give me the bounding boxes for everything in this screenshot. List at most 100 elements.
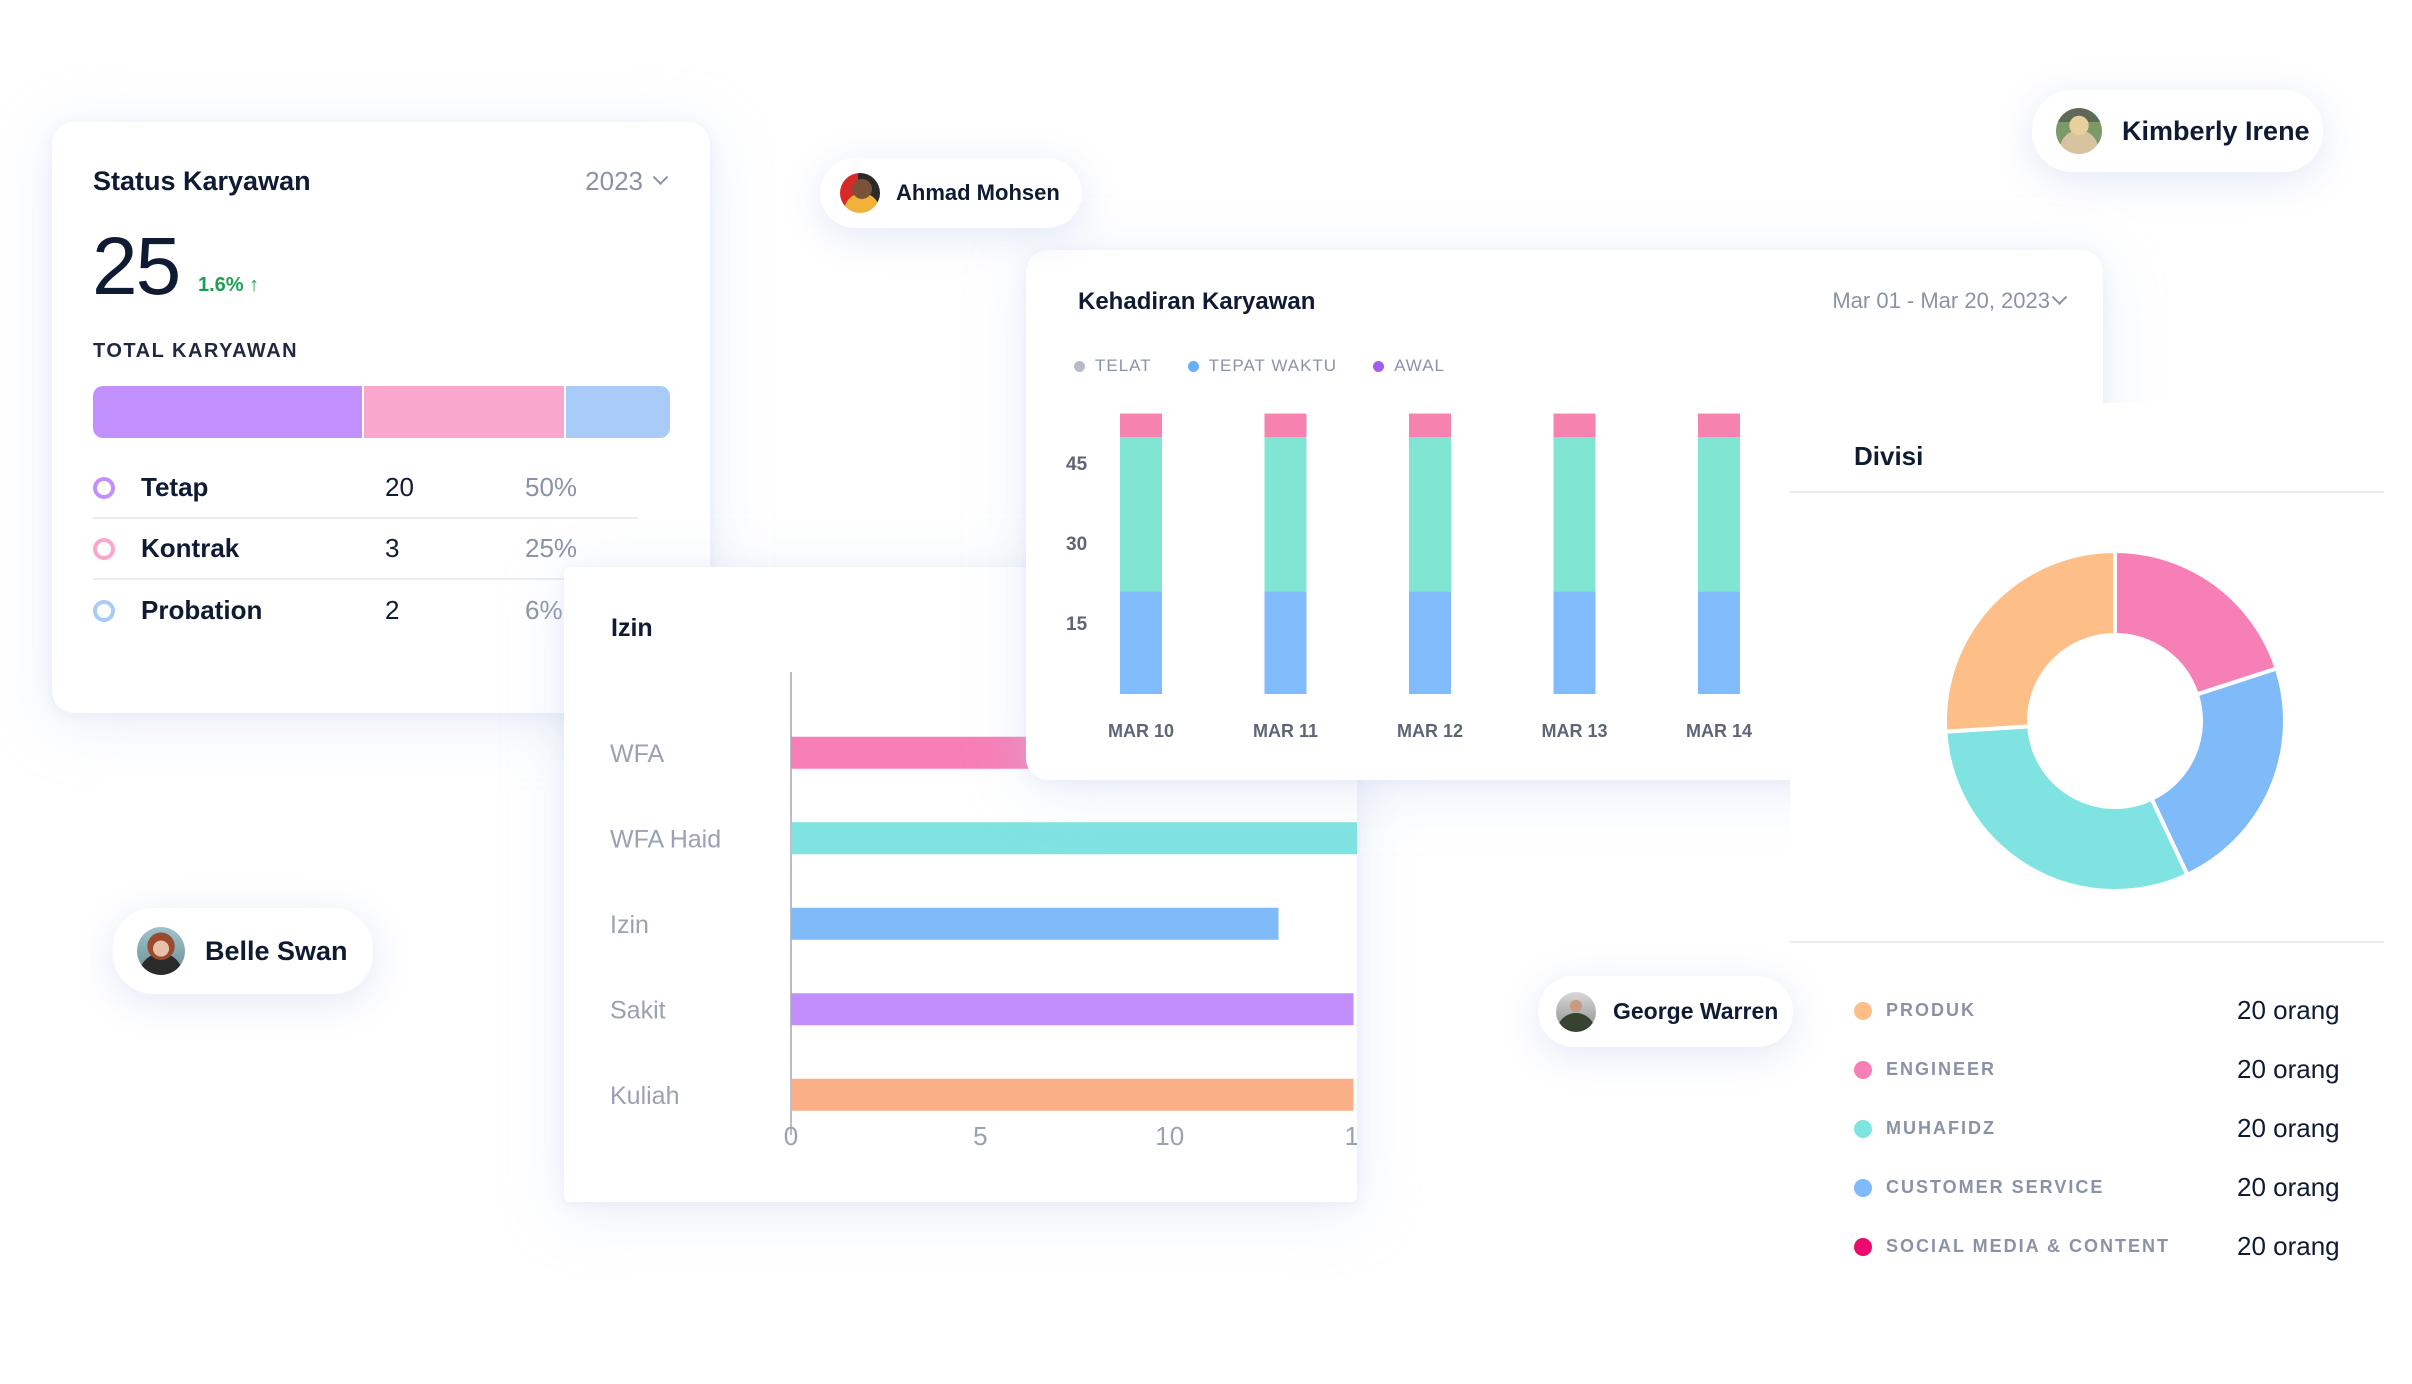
chevron-down-icon (652, 169, 669, 186)
year-select[interactable]: 2023 (585, 166, 669, 197)
status-row: Probation 2 6% (93, 580, 638, 641)
user-chip-kimberly[interactable]: Kimberly Irene (2032, 90, 2323, 172)
x-tick-label: 5 (973, 1121, 987, 1151)
legend-label: PRODUK (1886, 1000, 1977, 1020)
bar-segment-top (1264, 413, 1307, 438)
donut-slice-engineer (2113, 548, 2280, 697)
status-label: Probation (141, 595, 263, 625)
legend-value: 20 orang (2237, 1231, 2340, 1261)
legend-dot-icon (1854, 1237, 1872, 1256)
status-list: Tetap 20 50% Kontrak 3 25% Probation 2 6… (93, 458, 638, 641)
user-chip-ahmad[interactable]: Ahmad Mohsen (820, 158, 1082, 228)
legend-dot-icon (1854, 1060, 1872, 1079)
user-name: Kimberly Irene (2122, 115, 2310, 146)
legend-value: 20 orang (2237, 1054, 2340, 1084)
legend-label: ENGINEER (1886, 1059, 1997, 1079)
bar-kuliah (791, 1078, 1354, 1111)
avatar (1556, 991, 1596, 1032)
divisi-donut-chart (1943, 548, 2287, 893)
x-tick-label: MAR 11 (1253, 721, 1318, 741)
bar-segment-middle (1120, 437, 1162, 592)
donut-slice-muhafidz (1943, 724, 2191, 893)
legend-row: SOCIAL MEDIA & CONTENT 20 orang (1854, 1217, 2374, 1276)
status-row: Tetap 20 50% (93, 458, 638, 519)
status-percent: 6% (525, 595, 563, 625)
bar-segment-middle (1698, 437, 1740, 592)
x-tick-label: 10 (1155, 1121, 1184, 1151)
divisi-legend: PRODUK 20 orang ENGINEER 20 orang MUHAFI… (1854, 981, 2374, 1276)
legend-row: ENGINEER 20 orang (1854, 1040, 2374, 1099)
legend-row: CUSTOMER SERVICE 20 orang (1854, 1158, 2374, 1217)
bar-segment-top (1553, 413, 1596, 438)
avatar (2056, 108, 2102, 154)
bar-segment-top (1409, 413, 1451, 438)
status-count: 2 (385, 595, 400, 625)
y-tick-label: 45 (1066, 454, 1088, 475)
ring-icon (93, 599, 115, 622)
status-row: Kontrak 3 25% (93, 519, 638, 580)
ring-icon (93, 476, 115, 499)
legend-row: MUHAFIDZ 20 orang (1854, 1099, 2374, 1158)
user-chip-george[interactable]: George Warren (1538, 976, 1793, 1047)
legend-value: 20 orang (2237, 995, 2340, 1025)
x-tick-label: MAR 10 (1108, 721, 1174, 741)
legend-dot-icon (1854, 1119, 1872, 1138)
legend-label: CUSTOMER SERVICE (1886, 1177, 2105, 1197)
distribution-segment-tetap (93, 386, 365, 438)
avatar (137, 927, 185, 975)
bar-izin (791, 907, 1279, 940)
status-label: Tetap (141, 472, 209, 502)
growth-indicator: 1.6% ↑ (198, 274, 260, 296)
category-label: Izin (610, 911, 649, 939)
bar-segment-middle (1409, 437, 1451, 592)
bar-segment-bottom (1698, 591, 1740, 694)
bar-segment-bottom (1264, 591, 1307, 694)
card-title: Status Karyawan (93, 166, 311, 196)
bar-sakit (791, 993, 1354, 1026)
legend-value: 20 orang (2237, 1172, 2340, 1202)
x-tick-label: MAR 13 (1541, 721, 1607, 741)
bar-segment-middle (1553, 437, 1596, 592)
bar-segment-bottom (1120, 591, 1162, 694)
category-label: Sakit (610, 996, 666, 1024)
legend-label: MUHAFIDZ (1886, 1118, 1996, 1138)
legend-value: 20 orang (2237, 1113, 2340, 1143)
status-count: 20 (385, 472, 414, 502)
status-label: Kontrak (141, 533, 240, 563)
status-count: 3 (385, 533, 400, 563)
user-name: Belle Swan (205, 935, 348, 966)
bar-segment-bottom (1409, 591, 1451, 694)
divider (1790, 941, 2384, 943)
donut-slice-produk (1943, 548, 2117, 734)
legend-label: SOCIAL MEDIA & CONTENT (1886, 1236, 2171, 1256)
status-percent: 25% (525, 533, 578, 563)
distribution-bar (93, 386, 670, 438)
category-label: WFA (610, 740, 664, 768)
y-tick-label: 30 (1066, 534, 1087, 555)
y-tick-label: 15 (1066, 614, 1088, 635)
category-label: WFA Haid (610, 825, 721, 853)
x-tick-label: 0 (784, 1121, 798, 1151)
status-percent: 50% (525, 472, 578, 502)
year-select-value: 2023 (585, 166, 643, 196)
ring-icon (93, 537, 115, 560)
divisi-panel: Divisi PRODUK 20 orang ENGINEER 20 orang… (1790, 403, 2412, 1384)
category-label: Kuliah (610, 1082, 680, 1110)
user-chip-belle[interactable]: Belle Swan (113, 908, 373, 994)
bar-segment-bottom (1553, 591, 1596, 694)
total-employees-value: 25 (92, 221, 181, 312)
bar-segment-top (1120, 413, 1162, 438)
user-name: Ahmad Mohsen (896, 180, 1060, 205)
legend-row: PRODUK 20 orang (1854, 981, 2374, 1040)
x-tick-label: 15 (1345, 1121, 1357, 1151)
legend-dot-icon (1854, 1001, 1872, 1020)
bar-wfa-haid (791, 822, 1357, 855)
user-name: George Warren (1613, 998, 1779, 1024)
total-karyawan-label: TOTAL KARYAWAN (93, 340, 299, 362)
x-tick-label: MAR 14 (1686, 721, 1752, 741)
distribution-segment-kontrak (364, 386, 567, 438)
avatar (840, 173, 880, 213)
bar-segment-middle (1264, 437, 1307, 592)
distribution-segment-probation (566, 386, 670, 438)
bar-segment-top (1698, 413, 1740, 438)
